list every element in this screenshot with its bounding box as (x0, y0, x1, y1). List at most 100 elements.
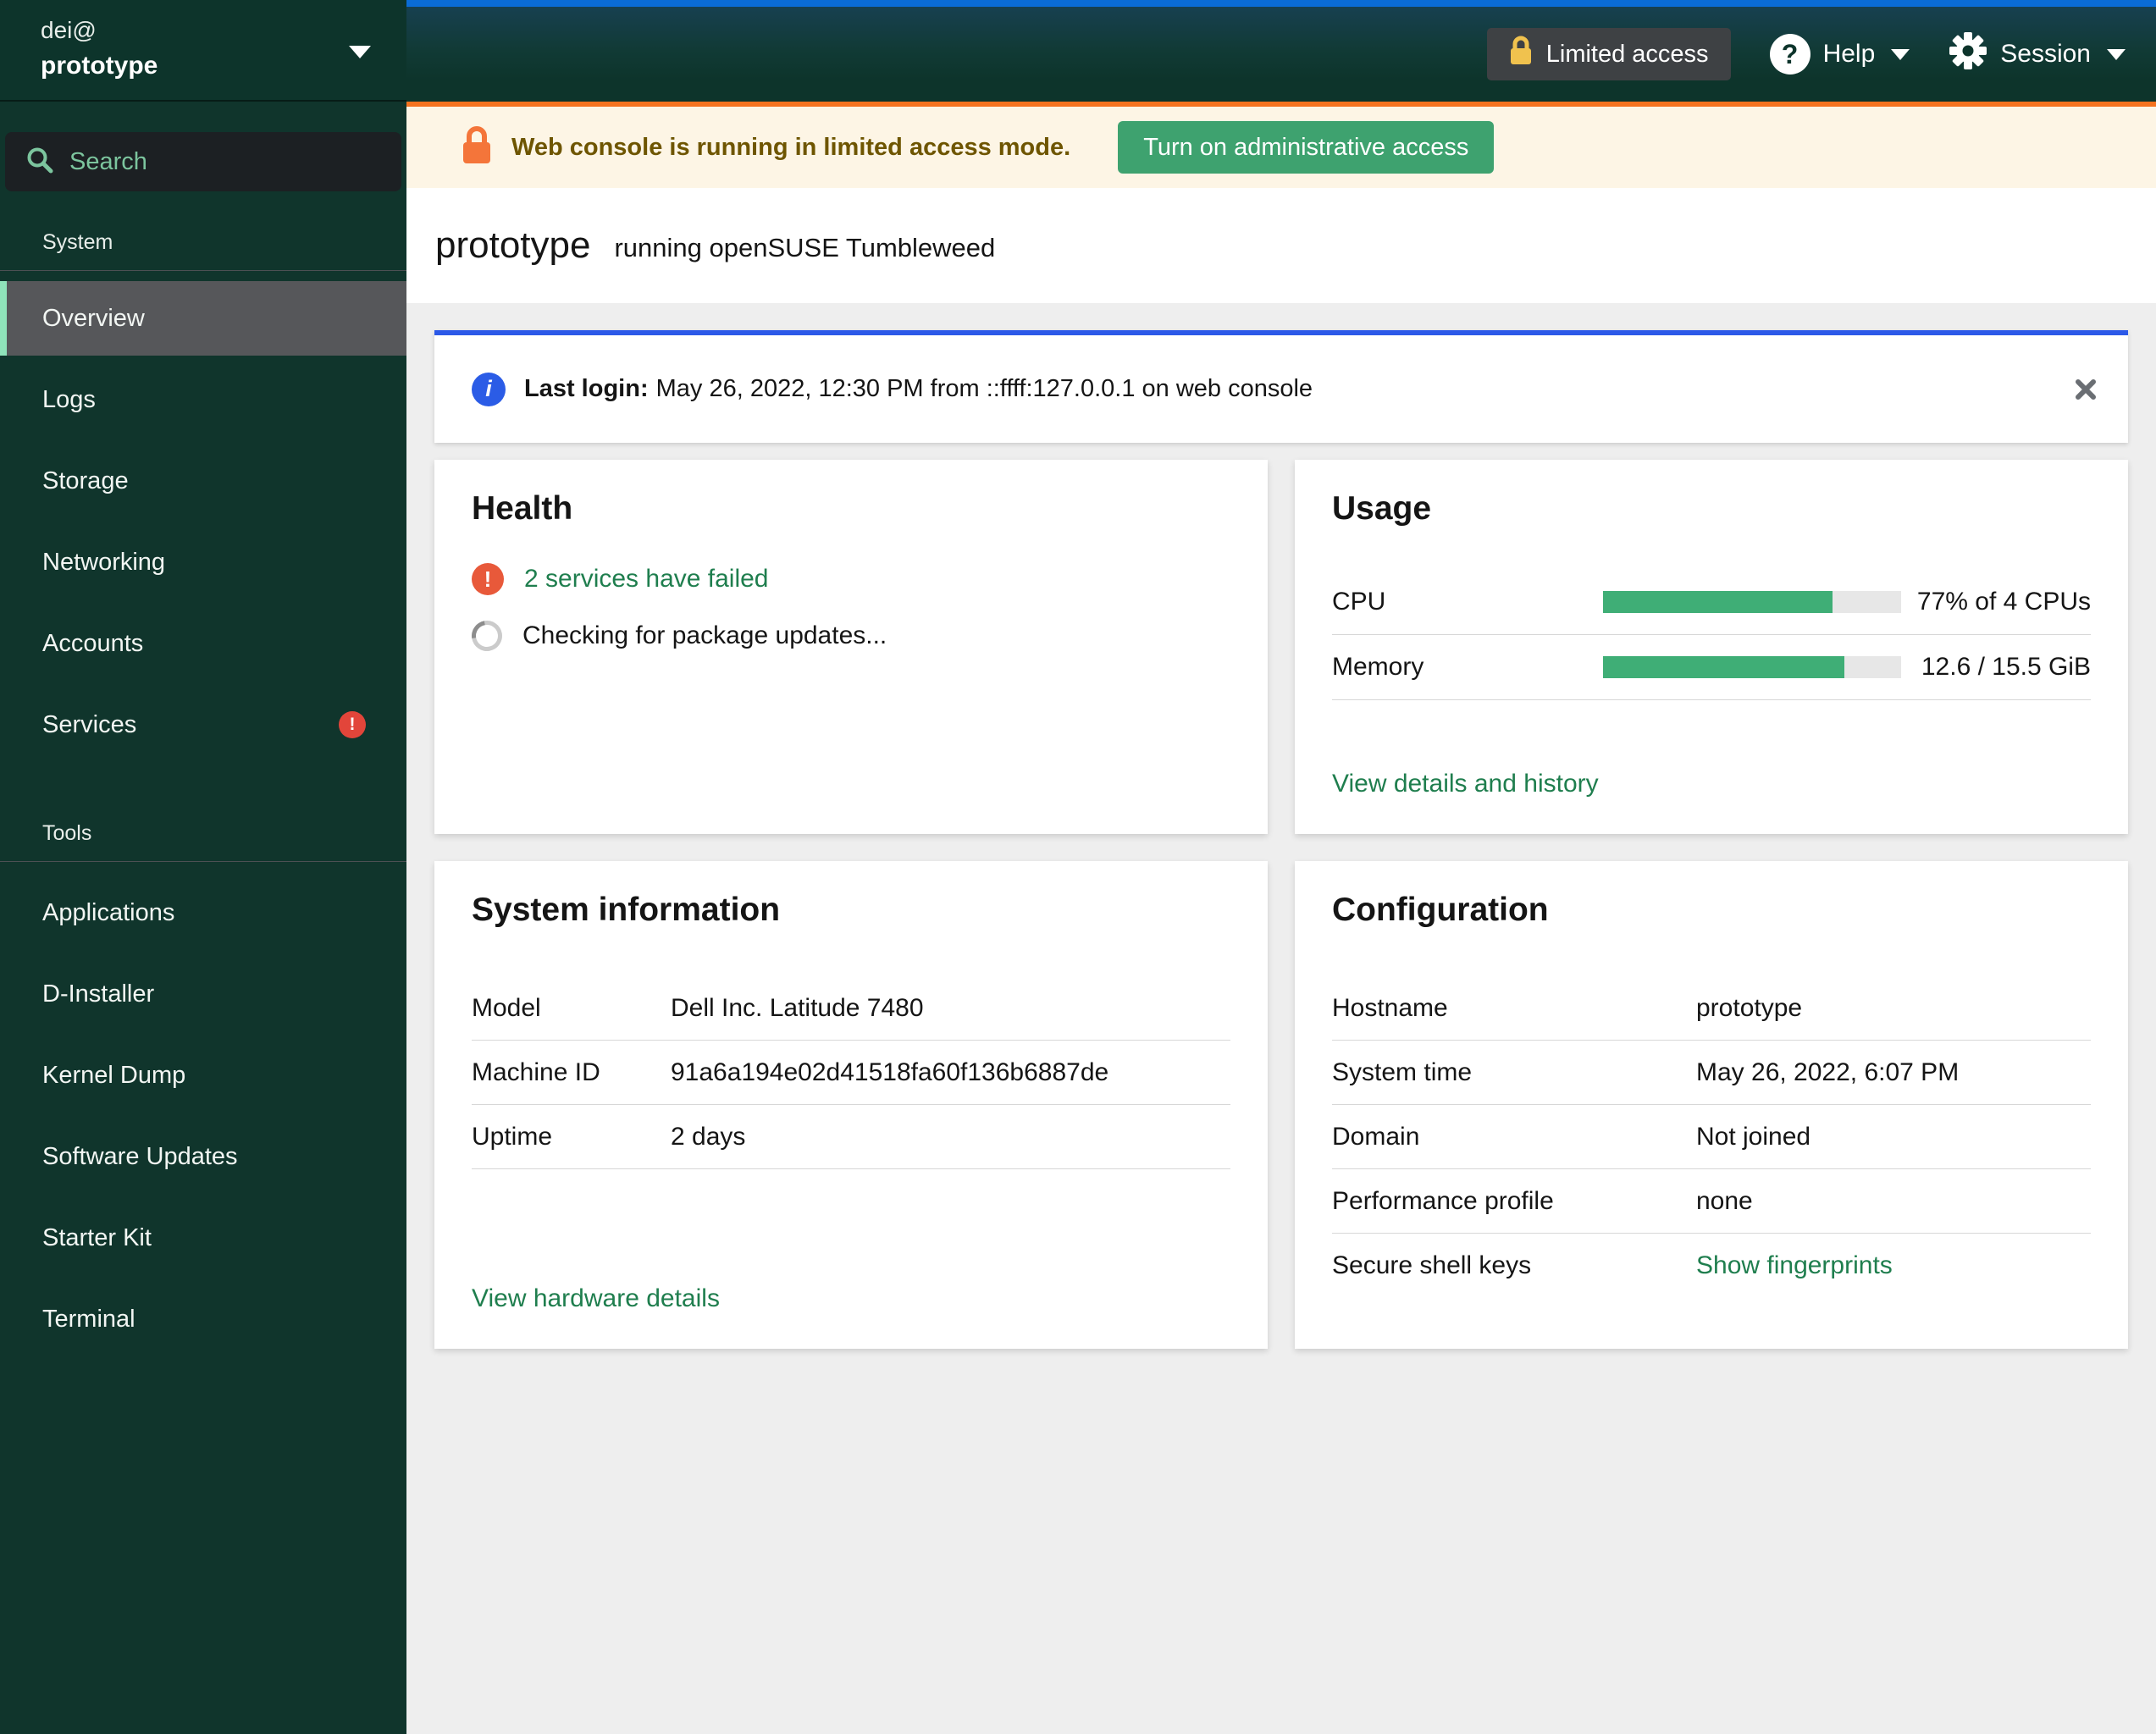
system-information-card: System information Model Dell Inc. Latit… (434, 861, 1268, 1349)
health-card-title: Health (472, 490, 573, 527)
memory-label: Memory (1332, 653, 1424, 681)
help-menu[interactable]: ? Help (1769, 34, 1910, 75)
uptime-value: 2 days (671, 1122, 746, 1151)
logged-in-user: dei@ (41, 17, 97, 43)
sidebar-item-starter-kit[interactable]: Starter Kit (0, 1197, 406, 1278)
table-row: Model Dell Inc. Latitude 7480 (472, 976, 1230, 1041)
cpu-label: CPU (1332, 588, 1386, 616)
accent-stripe (406, 0, 2156, 7)
table-row: Secure shell keys Show fingerprints (1332, 1234, 2091, 1298)
system-time-label: System time (1332, 1058, 1473, 1086)
banner-message: Web console is running in limited access… (511, 133, 1071, 161)
turn-on-admin-access-button[interactable]: Turn on administrative access (1118, 121, 1495, 174)
sidebar-item-label: D-Installer (42, 980, 155, 1008)
last-login-alert: i Last login: May 26, 2022, 12:30 PM from… (434, 330, 2128, 443)
info-icon: i (472, 372, 506, 406)
sidebar-section-system: System (0, 212, 406, 271)
sidebar-item-label: Accounts (42, 629, 144, 657)
masthead: Limited access ? Help Session (406, 0, 2156, 102)
secure-shell-keys-label: Secure shell keys (1332, 1251, 1532, 1279)
search-icon (25, 146, 54, 179)
session-menu[interactable]: Session (1949, 31, 2126, 77)
sidebar-item-label: Software Updates (42, 1142, 238, 1170)
domain-value: Not joined (1696, 1122, 1811, 1151)
gear-icon (1949, 31, 1987, 77)
last-login-value: May 26, 2022, 12:30 PM from ::ffff:127.0… (655, 375, 1313, 402)
domain-label: Domain (1332, 1122, 1420, 1151)
lock-icon (1509, 36, 1533, 73)
help-label: Help (1822, 40, 1876, 68)
warning-icon: ! (472, 563, 504, 595)
sidebar-item-accounts[interactable]: Accounts (0, 603, 406, 684)
current-host: prototype (41, 52, 158, 80)
sidebar-item-applications[interactable]: Applications (0, 872, 406, 953)
table-row: Machine ID 91a6a194e02d41518fa60f136b688… (472, 1041, 1230, 1105)
sidebar-item-storage[interactable]: Storage (0, 440, 406, 522)
limited-access-button[interactable]: Limited access (1486, 28, 1731, 80)
lock-icon (461, 125, 493, 170)
uptime-label: Uptime (472, 1122, 553, 1151)
close-icon[interactable] (2072, 376, 2099, 403)
sidebar-section-tools: Tools (0, 799, 406, 862)
view-details-history-link[interactable]: View details and history (1332, 770, 1599, 798)
performance-profile-value: none (1696, 1186, 1753, 1215)
table-row: Uptime 2 days (472, 1105, 1230, 1169)
model-label: Model (472, 993, 541, 1022)
show-fingerprints-link[interactable]: Show fingerprints (1696, 1251, 2091, 1280)
view-hardware-details-link[interactable]: View hardware details (472, 1284, 720, 1312)
performance-profile-label: Performance profile (1332, 1186, 1554, 1215)
search-input[interactable] (69, 147, 389, 176)
machine-id-value: 91a6a194e02d41518fa60f136b6887de (671, 1058, 1109, 1086)
page-subtitle: running openSUSE Tumbleweed (614, 233, 996, 262)
sidebar-search[interactable] (5, 132, 401, 191)
last-login-label: Last login: (524, 375, 649, 402)
sidebar-item-label: Starter Kit (42, 1223, 152, 1251)
main-content: i Last login: May 26, 2022, 12:30 PM from… (406, 303, 2156, 1734)
system-information-title: System information (472, 892, 781, 928)
sidebar-item-overview[interactable]: Overview (0, 281, 406, 356)
memory-usage-row: Memory 12.6 / 15.5 GiB (1332, 635, 2091, 700)
memory-progress-bar (1603, 656, 1901, 678)
table-row: Domain Not joined (1332, 1105, 2091, 1169)
memory-value: 12.6 / 15.5 GiB (1921, 653, 2091, 681)
sidebar-item-networking[interactable]: Networking (0, 522, 406, 603)
cpu-usage-row: CPU 77% of 4 CPUs (1332, 570, 2091, 635)
sidebar-item-kernel-dump[interactable]: Kernel Dump (0, 1035, 406, 1116)
last-login-text: Last login: May 26, 2022, 12:30 PM from :… (524, 375, 1313, 403)
sidebar-item-label: Logs (42, 385, 96, 413)
configuration-title: Configuration (1332, 892, 1549, 928)
configuration-card: Configuration Hostname prototype System … (1295, 861, 2128, 1349)
cpu-progress-bar (1603, 591, 1901, 613)
machine-id-label: Machine ID (472, 1058, 600, 1086)
usage-card-title: Usage (1332, 490, 1432, 527)
health-card: Health ! 2 services have failed Checking… (434, 460, 1268, 834)
limited-access-label: Limited access (1545, 40, 1709, 68)
page-title: prototype (435, 224, 591, 266)
table-row: Hostname prototype (1332, 976, 2091, 1041)
sidebar-item-label: Services (42, 710, 137, 738)
failed-services-link[interactable]: 2 services have failed (524, 565, 769, 594)
model-value: Dell Inc. Latitude 7480 (671, 993, 924, 1022)
host-switcher[interactable]: dei@ prototype (0, 0, 406, 102)
sidebar-item-label: Overview (42, 304, 145, 332)
sidebar-item-d-installer[interactable]: D-Installer (0, 953, 406, 1035)
usage-card: Usage CPU 77% of 4 CPUs Memory 12.6 / 15… (1295, 460, 2128, 834)
table-row: Performance profile none (1332, 1169, 2091, 1234)
cpu-value: 77% of 4 CPUs (1916, 588, 2091, 616)
hostname-value: prototype (1696, 993, 1803, 1022)
sidebar-item-terminal[interactable]: Terminal (0, 1278, 406, 1360)
sidebar-item-label: Terminal (42, 1305, 135, 1333)
chevron-down-icon (1891, 48, 1910, 60)
chevron-down-icon[interactable] (349, 46, 371, 58)
tools-nav-list: Applications D-Installer Kernel Dump Sof… (0, 872, 406, 1360)
chevron-down-icon (2107, 48, 2126, 60)
sidebar-item-logs[interactable]: Logs (0, 359, 406, 440)
help-icon: ? (1769, 34, 1810, 75)
checking-updates-text: Checking for package updates... (522, 621, 887, 649)
sidebar-item-label: Networking (42, 548, 166, 576)
sidebar-item-software-updates[interactable]: Software Updates (0, 1116, 406, 1197)
sidebar-item-label: Applications (42, 898, 175, 926)
session-label: Session (2000, 40, 2091, 68)
sidebar-item-services[interactable]: Services ! (0, 684, 406, 765)
hostname-label: Hostname (1332, 993, 1448, 1022)
